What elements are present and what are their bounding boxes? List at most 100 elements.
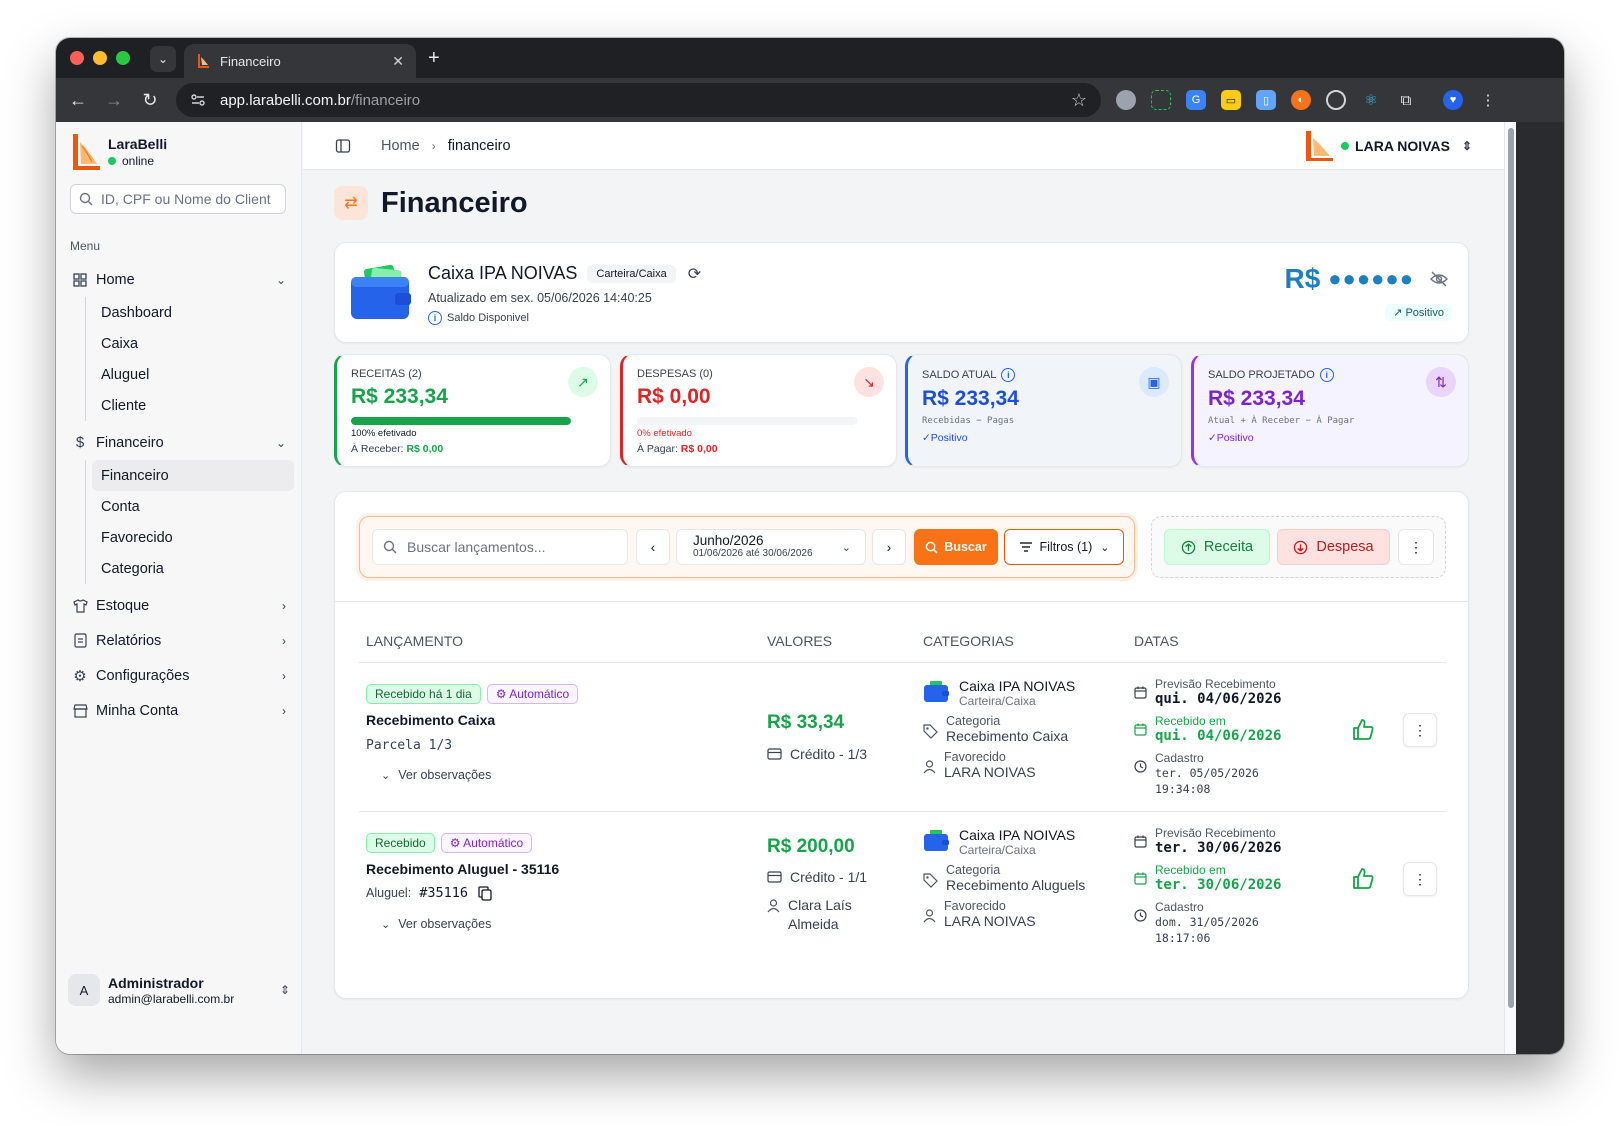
buscar-button[interactable]: Buscar xyxy=(914,529,998,565)
extension-screenshot-icon[interactable] xyxy=(1151,90,1171,110)
month-selector[interactable]: Junho/2026 01/06/2026 até 30/06/2026 ⌄ xyxy=(676,529,866,565)
row-actions-button[interactable]: ⋮ xyxy=(1403,862,1437,896)
credit-card-icon xyxy=(767,748,782,760)
page-scrollbar[interactable] xyxy=(1504,122,1516,1054)
row-actions-button[interactable]: ⋮ xyxy=(1403,713,1437,747)
kpi-pending: À Receber: R$ 0,00 xyxy=(351,443,443,455)
extensions-puzzle-icon[interactable]: ⧉ xyxy=(1396,90,1416,110)
kpi-value: R$ 233,34 xyxy=(922,387,1019,410)
aluguel-number[interactable]: #35116 xyxy=(419,885,468,901)
kpi-label-text: SALDO PROJETADO xyxy=(1208,369,1315,381)
sidebar-group-estoque[interactable]: Estoque › xyxy=(64,588,294,623)
tenant-status-dot-icon xyxy=(1341,141,1350,150)
new-tab-button[interactable]: + xyxy=(428,46,440,70)
extension-docs-icon[interactable]: ▯ xyxy=(1256,90,1276,110)
calendar-icon xyxy=(1134,686,1147,699)
tenant-switcher[interactable]: LARA NOIVAS ⇕ xyxy=(1303,129,1472,163)
add-receita-button[interactable]: Receita xyxy=(1164,529,1270,565)
sidebar-item-categoria[interactable]: Categoria xyxy=(92,553,294,584)
tab-search-button[interactable]: ⌄ xyxy=(150,46,176,72)
reload-button[interactable]: ↻ xyxy=(132,90,168,111)
next-month-button[interactable]: › xyxy=(872,529,906,565)
time-value: 18:17:06 xyxy=(1155,931,1211,945)
sidebar-item-dashboard[interactable]: Dashboard xyxy=(92,297,294,328)
online-status-label: online xyxy=(122,154,155,168)
payment-text: Crédito - 1/1 xyxy=(790,869,868,885)
sidebar-group-minha-conta[interactable]: Minha Conta › xyxy=(64,693,294,728)
ver-observacoes-toggle[interactable]: ⌄ Ver observações xyxy=(381,917,491,931)
extension-target-icon[interactable] xyxy=(1326,90,1346,110)
sidebar-item-cliente[interactable]: Cliente xyxy=(92,390,294,421)
sidebar-toggle-icon[interactable] xyxy=(335,138,351,154)
refresh-icon[interactable]: ⟳ xyxy=(688,264,701,284)
date-value: ter. 30/06/2026 xyxy=(1155,840,1282,856)
cadastro-date: Cadastro dom. 31/05/2026 18:17:06 xyxy=(1134,900,1281,946)
date-value: qui. 04/06/2026 xyxy=(1155,691,1282,707)
extension-translate-icon[interactable]: G xyxy=(1186,90,1206,110)
info-icon[interactable]: i xyxy=(1319,368,1334,382)
info-icon[interactable]: i xyxy=(428,311,442,325)
minimize-window-button[interactable] xyxy=(93,51,107,65)
credit-card-icon xyxy=(767,871,782,883)
sidebar-item-aluguel[interactable]: Aluguel xyxy=(92,359,294,390)
row-badges: Recebido há 1 dia ⚙ Automático xyxy=(366,684,584,704)
pending-label: À Pagar: xyxy=(637,443,678,455)
balance-status-badge: ↗ Positivo xyxy=(1385,304,1452,321)
lancamento-dates: Previsão Recebimento ter. 30/06/2026 Rece… xyxy=(1134,826,1281,953)
browser-menu-icon[interactable]: ⋮ xyxy=(1478,90,1498,110)
bookmark-star-icon[interactable]: ☆ xyxy=(1071,90,1087,111)
sidebar-item-favorecido[interactable]: Favorecido xyxy=(92,522,294,553)
user-menu[interactable]: A Administrador admin@larabelli.com.br ⇕ xyxy=(68,970,290,1010)
thumbs-up-icon[interactable] xyxy=(1351,718,1375,742)
info-icon[interactable]: i xyxy=(1001,368,1016,382)
more-options-button[interactable]: ⋮ xyxy=(1398,529,1434,565)
eye-off-icon[interactable] xyxy=(1430,271,1448,287)
close-tab-icon[interactable]: ✕ xyxy=(392,53,404,70)
filtros-button[interactable]: Filtros (1) ⌄ xyxy=(1004,529,1124,565)
sidebar-group-financeiro[interactable]: $ Financeiro ⌄ xyxy=(64,425,294,460)
sidebar-item-financeiro[interactable]: Financeiro xyxy=(92,460,294,491)
calendar-check-icon xyxy=(1134,723,1147,736)
previous-month-button[interactable]: ‹ xyxy=(636,529,670,565)
close-window-button[interactable] xyxy=(70,51,84,65)
ver-observacoes-toggle[interactable]: ⌄ Ver observações xyxy=(381,768,491,782)
breadcrumb-home[interactable]: Home xyxy=(381,138,420,154)
profile-avatar-icon[interactable]: ♥ xyxy=(1443,90,1463,110)
user-name: Administrador xyxy=(108,974,204,991)
extension-orange-icon[interactable]: ◐ xyxy=(1291,90,1311,110)
site-info-icon[interactable] xyxy=(190,92,206,108)
chevrons-up-down-icon: ⇕ xyxy=(1461,138,1472,153)
thumbs-up-icon[interactable] xyxy=(1351,867,1375,891)
back-button[interactable]: ← xyxy=(60,90,96,111)
sidebar-group-configuracoes[interactable]: ⚙ Configurações › xyxy=(64,658,294,693)
window-controls xyxy=(70,51,130,65)
browser-tab[interactable]: Financeiro ✕ xyxy=(184,44,416,78)
kpi-value: R$ 233,34 xyxy=(1208,387,1305,410)
sidebar-item-conta[interactable]: Conta xyxy=(92,491,294,522)
forward-button[interactable]: → xyxy=(96,90,132,111)
wallet-icon xyxy=(351,264,411,319)
client-search-input[interactable]: ID, CPF ou Nome do Cliente xyxy=(70,184,286,214)
updated-at: Atualizado em sex. 05/06/2026 14:40:25 xyxy=(428,291,652,305)
copy-icon[interactable] xyxy=(478,885,492,901)
address-bar[interactable]: app.larabelli.com.br/financeiro ☆ xyxy=(176,83,1101,117)
lancamentos-search-input[interactable]: Buscar lançamentos... xyxy=(372,529,628,565)
category-info: Categoria Recebimento Aluguels xyxy=(923,863,1085,893)
add-despesa-button[interactable]: Despesa xyxy=(1277,529,1390,565)
payment-method: Crédito - 1/3 xyxy=(767,746,867,762)
sidebar-item-caixa[interactable]: Caixa xyxy=(92,328,294,359)
extension-ruler-icon[interactable]: ▭ xyxy=(1221,90,1241,110)
trending-up-icon: ↗ xyxy=(568,367,598,397)
sidebar-group-relatorios[interactable]: Relatórios › xyxy=(64,623,294,658)
month-label: Junho/2026 xyxy=(693,533,764,548)
sidebar-group-home[interactable]: Home ⌄ xyxy=(64,262,294,297)
pending-value: R$ 0,00 xyxy=(680,443,718,455)
client-name: Clara Laís Almeida xyxy=(788,897,852,932)
filtros-label: Filtros (1) xyxy=(1039,540,1093,554)
dollar-icon: $ xyxy=(75,434,85,451)
scrollbar-thumb[interactable] xyxy=(1508,128,1514,1008)
maximize-window-button[interactable] xyxy=(116,51,130,65)
extension-circle-icon[interactable] xyxy=(1116,90,1136,110)
extension-react-icon[interactable]: ⚛ xyxy=(1361,90,1381,110)
brand[interactable]: LaraBelli online xyxy=(70,132,167,172)
